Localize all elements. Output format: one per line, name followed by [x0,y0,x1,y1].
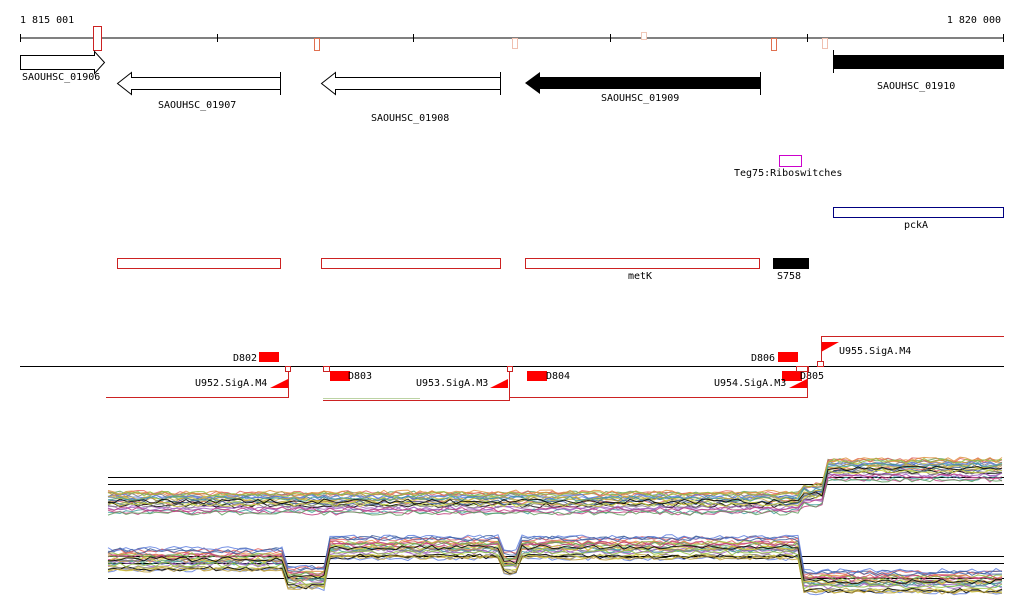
expression-profile-upper [107,456,1004,516]
gene-saouhsc-01909[interactable]: SAOUHSC_01909 [525,72,761,104]
svg-text:U953.SigA.M3: U953.SigA.M3 [416,378,488,389]
gene-label-01909: SAOUHSC_01909 [601,93,679,104]
svg-text:U954.SigA.M3: U954.SigA.M3 [714,378,786,389]
feature-d804[interactable]: D804 [527,371,570,382]
lower-profile-lines [107,534,1003,596]
svg-text:D803: D803 [348,371,372,382]
gene-label-01906: SAOUHSC_01906 [22,72,100,83]
ruler-start-label: 1 815 001 [20,15,74,26]
gene-saouhsc-01910[interactable]: SAOUHSC_01910 [833,50,1004,92]
operon-box-2[interactable] [321,258,501,269]
pcka-label: pckA [904,220,928,231]
svg-text:U952.SigA.M4: U952.SigA.M4 [195,378,267,389]
pcka-track: pckA [833,207,1004,231]
riboswitch-label: Teg75:Riboswitches [734,168,842,179]
genome-browser-view: 1 815 001 1 820 000 SAOUHSC_01906 SAOUHS… [20,15,1004,596]
svg-text:U955.SigA.M4: U955.SigA.M4 [839,346,911,357]
gene-saouhsc-01908[interactable]: SAOUHSC_01908 [320,71,501,124]
gene-label-01910: SAOUHSC_01910 [877,81,955,92]
gene-saouhsc-01906[interactable]: SAOUHSC_01906 [20,50,106,84]
operon-box-1[interactable] [117,258,281,269]
svg-text:D806: D806 [751,353,775,364]
feature-track: D802 D806 D803 D804 D805 U955.SigA.M4 U9… [20,336,1004,401]
riboswitch-box[interactable] [779,155,802,167]
metk-label: metK [628,271,652,282]
feature-d803[interactable]: D803 [323,366,373,383]
feature-d806[interactable]: D806 [751,352,798,364]
upper-profile-lines [107,456,1003,516]
feature-d802[interactable]: D802 [233,352,279,364]
riboswitch-track: Teg75:Riboswitches [734,155,842,179]
svg-text:D805: D805 [800,371,824,382]
s758-label: S758 [777,271,801,282]
ruler-end-label: 1 820 000 [947,15,1001,26]
gene-track: SAOUHSC_01906 SAOUHSC_01907 SAOUHSC_0190… [20,50,1004,124]
gene-saouhsc-01907[interactable]: SAOUHSC_01907 [116,71,281,111]
pcka-box[interactable] [833,207,1004,218]
coordinate-ruler: 1 815 001 1 820 000 [20,15,1004,51]
expression-profile-lower [107,534,1004,596]
feature-u954[interactable]: U954.SigA.M3 [714,366,808,398]
svg-text:D804: D804 [546,371,570,382]
gene-label-01907: SAOUHSC_01907 [158,100,236,111]
feature-u952[interactable]: U952.SigA.M4 [106,366,291,399]
feature-d805[interactable]: D805 [782,366,824,383]
gene-label-01908: SAOUHSC_01908 [371,113,449,124]
operon-track: metK S758 [117,258,809,282]
s758-box[interactable] [773,258,809,269]
operon-box-metk[interactable] [525,258,760,269]
feature-u955[interactable]: U955.SigA.M4 [817,336,1005,367]
svg-text:D802: D802 [233,353,257,364]
